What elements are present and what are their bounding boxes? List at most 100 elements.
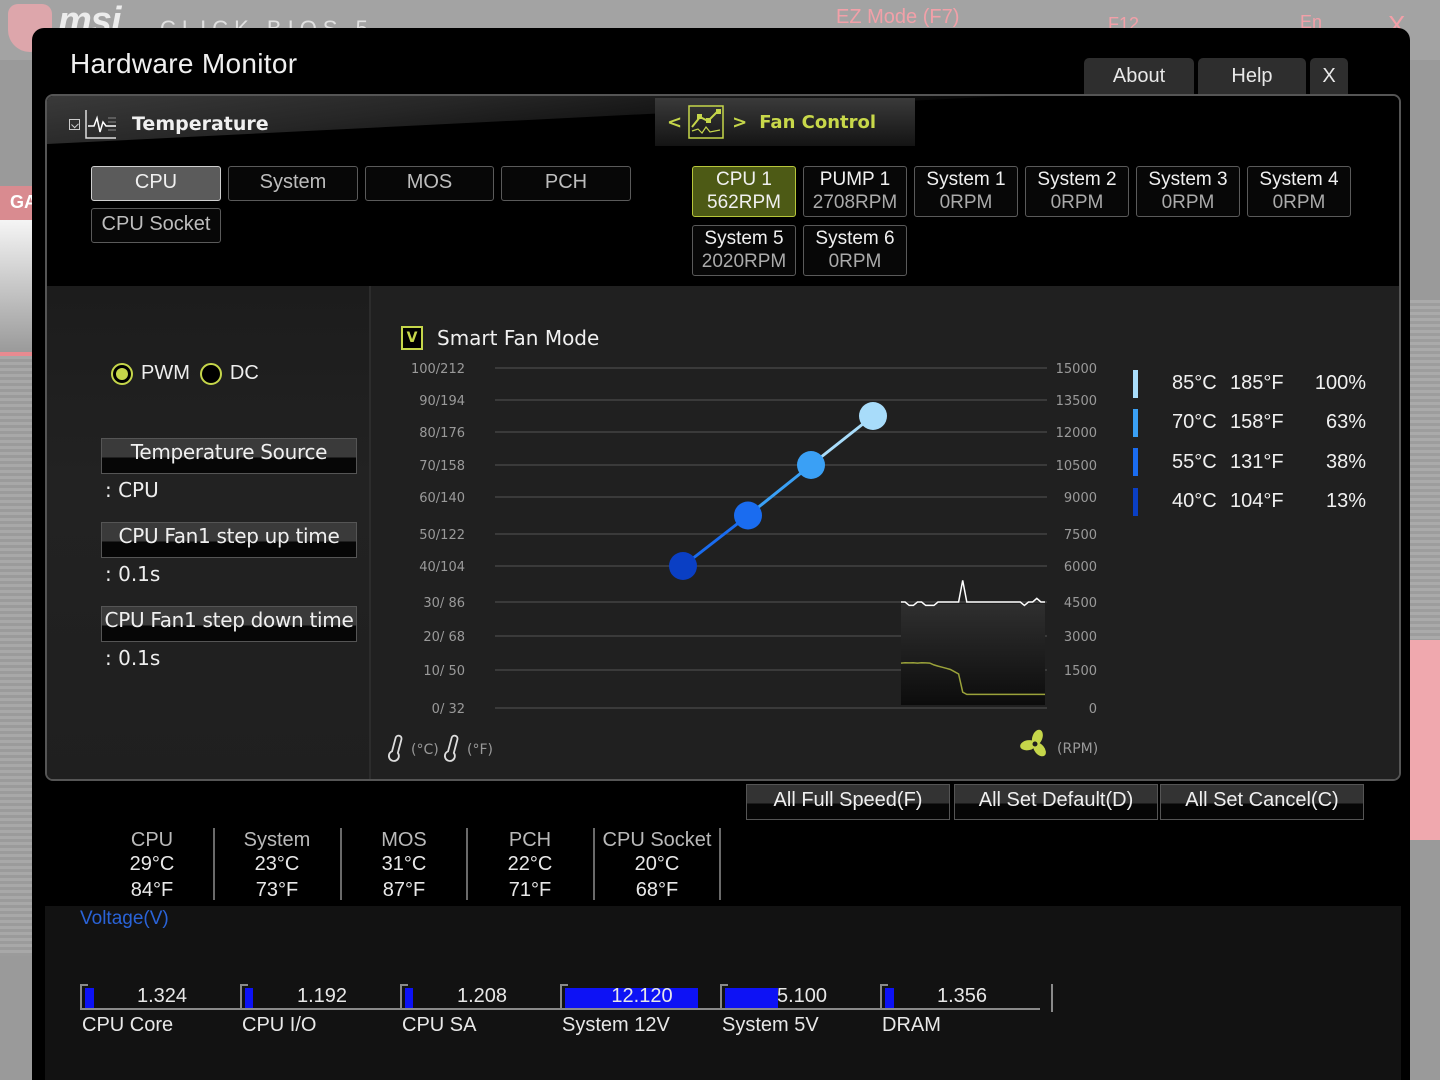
fan-system1-button[interactable]: System 1 0RPM [914, 166, 1018, 217]
step-up-time-value: : 0.1s [105, 562, 161, 586]
y-tick-left: 90/194 [419, 394, 465, 409]
legend-fahrenheit: 104°F [1230, 490, 1284, 513]
y-tick-right: 9000 [1064, 491, 1097, 506]
tab-temperature[interactable]: Temperature [69, 104, 269, 144]
fan-system6-button[interactable]: System 6 0RPM [803, 225, 907, 276]
background-decoration [0, 356, 36, 956]
temp-name: System [243, 829, 311, 851]
dc-label: DC [229, 362, 259, 384]
y-tick-right: 15000 [1056, 362, 1097, 377]
source-pch-button[interactable]: PCH [501, 166, 631, 201]
curve-point-handle[interactable] [859, 402, 887, 430]
temp-name: CPU [130, 829, 174, 851]
fan-settings-column: PWM DC Temperature Source : CPU CPU Fan1… [47, 286, 371, 779]
temp-name: PCH [508, 829, 552, 851]
source-mos-button[interactable]: MOS [365, 166, 494, 201]
legend-percent: 100% [1314, 372, 1366, 395]
voltage-name: CPU Core [82, 1014, 174, 1036]
fan-icon [1020, 729, 1046, 757]
game-boost-tab[interactable]: GA [0, 186, 37, 220]
voltage-item: 12.120 System 12V [560, 984, 720, 1044]
hardware-monitor-dialog: Hardware Monitor About Help X Temperatur… [32, 28, 1410, 1080]
celsius-unit-label: (°C) [411, 742, 439, 758]
divider [466, 828, 468, 900]
curve-point-handle[interactable] [669, 552, 697, 580]
rpm-unit-label: (RPM) [1057, 741, 1098, 757]
temp-celsius: 20°C [634, 853, 680, 875]
thermometer-fahrenheit-icon [444, 734, 459, 762]
voltage-name: System 5V [722, 1014, 819, 1036]
pwm-radio[interactable] [111, 362, 133, 385]
tab-temperature-label: Temperature [132, 113, 269, 135]
y-tick-right: 12000 [1056, 426, 1097, 441]
voltage-scale-end [1051, 984, 1053, 1012]
y-tick-left: 40/104 [419, 560, 465, 575]
step-down-time-button[interactable]: CPU Fan1 step down time [101, 606, 357, 642]
curve-legend: 85°C 185°F 100% 70°C 158°F 63% 55°C 131°F 38% 40°… [1133, 364, 1366, 521]
divider [213, 828, 215, 900]
temperature-source-button[interactable]: Temperature Source [101, 438, 357, 474]
fan-rpm: 2020RPM [701, 251, 787, 272]
temp-fahrenheit: 84°F [130, 879, 174, 901]
curve-point-handle[interactable] [734, 501, 762, 530]
close-button[interactable]: X [1310, 58, 1348, 94]
all-full-speed-button[interactable]: All Full Speed(F) [746, 784, 950, 820]
voltage-name: System 12V [562, 1014, 670, 1036]
chevron-left-icon[interactable]: < [667, 112, 682, 133]
legend-swatch [1133, 487, 1138, 516]
collapse-icon[interactable] [69, 118, 80, 130]
voltage-item: 5.100 System 5V [720, 984, 880, 1044]
voltage-item: 1.192 CPU I/O [240, 984, 400, 1044]
legend-row: 85°C 185°F 100% [1133, 364, 1366, 403]
fan-pump1-button[interactable]: PUMP 1 2708RPM [803, 166, 907, 217]
fan-system2-button[interactable]: System 2 0RPM [1025, 166, 1129, 217]
dc-radio[interactable] [199, 362, 222, 385]
voltage-track: 12.120 [560, 984, 720, 1010]
tab-fan-control-label: Fan Control [759, 111, 877, 133]
voltage-value: 1.208 [456, 985, 508, 1007]
temp-reading-system: System 23°C 73°F [217, 828, 337, 901]
voltage-track: 5.100 [720, 984, 880, 1010]
voltage-value: 12.120 [611, 985, 673, 1007]
y-tick-left: 10/ 50 [423, 664, 465, 679]
fan-name: PUMP 1 [819, 169, 891, 190]
fan-cpu1-button[interactable]: CPU 1 562RPM [692, 166, 796, 217]
panel-header: Temperature < > Fan Control CPU System M… [47, 96, 1399, 286]
fan-system4-button[interactable]: System 4 0RPM [1247, 166, 1351, 217]
temp-celsius: 23°C [254, 853, 300, 875]
temperature-source-value: : CPU [105, 478, 159, 502]
legend-swatch [1133, 408, 1138, 437]
fan-control-panel: Temperature < > Fan Control CPU System M… [45, 94, 1401, 781]
temp-reading-cpu-socket: CPU Socket 20°C 68°F [597, 828, 717, 901]
tab-fan-control[interactable]: < > Fan Control [655, 98, 915, 146]
step-up-time-button[interactable]: CPU Fan1 step up time [101, 522, 357, 558]
fan-system3-button[interactable]: System 3 0RPM [1136, 166, 1240, 217]
all-set-cancel-button[interactable]: All Set Cancel(C) [1160, 784, 1364, 820]
all-set-default-button[interactable]: All Set Default(D) [954, 784, 1158, 820]
thermometer-shape [444, 734, 459, 762]
legend-celsius: 40°C [1172, 490, 1217, 513]
source-cpu-socket-button[interactable]: CPU Socket [91, 208, 221, 243]
legend-row: 55°C 131°F 38% [1133, 443, 1366, 482]
fan-curve-chart[interactable]: 100/212 1500090/194 1350080/176 1200070/158… [373, 286, 1133, 781]
chevron-right-icon[interactable]: > [732, 112, 747, 133]
pwm-label: PWM [141, 362, 190, 384]
legend-percent: 13% [1325, 490, 1366, 513]
ez-mode-button[interactable]: EZ Mode (F7) [836, 6, 959, 29]
fan-system5-button[interactable]: System 5 2020RPM [692, 225, 796, 276]
help-button[interactable]: Help [1198, 58, 1306, 94]
divider [593, 828, 595, 900]
temp-celsius: 22°C [507, 853, 553, 875]
curve-point-handle[interactable] [797, 451, 825, 479]
fan-rpm: 2708RPM [812, 192, 898, 213]
source-cpu-button[interactable]: CPU [91, 166, 221, 201]
legend-row: 70°C 158°F 63% [1133, 403, 1366, 442]
temperature-graph-icon [85, 110, 116, 139]
temp-fahrenheit: 71°F [508, 879, 552, 901]
source-system-button[interactable]: System [228, 166, 358, 201]
voltage-name: CPU I/O [242, 1014, 317, 1036]
about-button[interactable]: About [1084, 58, 1194, 94]
fan-name: CPU 1 [716, 169, 772, 190]
voltage-name: DRAM [882, 1014, 941, 1036]
y-tick-right: 1500 [1064, 664, 1097, 679]
